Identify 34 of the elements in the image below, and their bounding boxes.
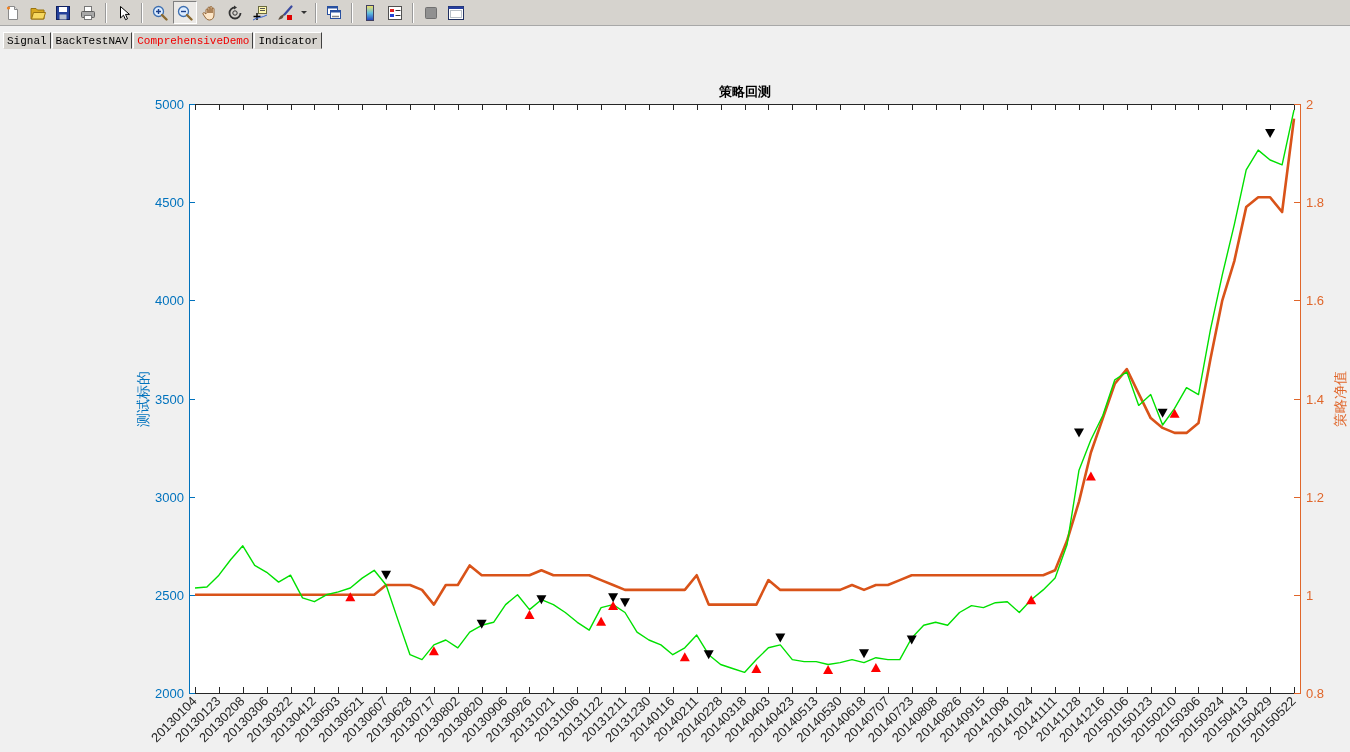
hand-icon [202, 4, 218, 21]
tab[interactable]: Indicator [254, 32, 322, 49]
right-axis-tick-label: 1.4 [1306, 392, 1325, 407]
square-icon [423, 4, 439, 21]
y-axis-tick-label: 5000 [155, 97, 184, 112]
tab[interactable]: Signal [3, 32, 51, 49]
y-axis-tick-label: 3000 [155, 490, 184, 505]
legend-icon [387, 4, 403, 21]
y-axis-title: 测试标的 [135, 370, 151, 427]
rotate-icon [227, 4, 243, 21]
zoom-out-button[interactable] [173, 1, 197, 24]
right-axis-tick-label: 1 [1306, 588, 1314, 603]
y-axis-tick-label: 3500 [155, 392, 184, 407]
right-axis-tick-label: 1.2 [1306, 490, 1325, 505]
right-axis-tick-label: 0.8 [1306, 686, 1325, 701]
printer-icon [80, 4, 96, 21]
chart-title: 策略回测 [718, 84, 771, 99]
right-axis-title: 策略净值 [1332, 370, 1348, 427]
y-axis-tick-label: 4500 [155, 195, 184, 210]
page-icon [5, 4, 21, 21]
brush-icon [277, 4, 293, 21]
zoom-out-icon [177, 4, 193, 21]
linked-windows-icon [326, 4, 342, 21]
right-axis-tick-label: 1.8 [1306, 195, 1325, 210]
y-axis-tick-label: 2500 [155, 588, 184, 603]
right-axis-tick-label: 2 [1306, 97, 1314, 112]
caret-icon [301, 11, 307, 14]
y-axis-tick-label: 2000 [155, 686, 184, 701]
tab[interactable]: BackTestNAV [51, 32, 133, 49]
zoom-in-icon [152, 4, 168, 21]
y-axis-tick-label: 4000 [155, 293, 184, 308]
right-axis-tick-label: 1.6 [1306, 293, 1325, 308]
data-cursor-icon [252, 4, 268, 21]
window-icon [448, 4, 464, 21]
